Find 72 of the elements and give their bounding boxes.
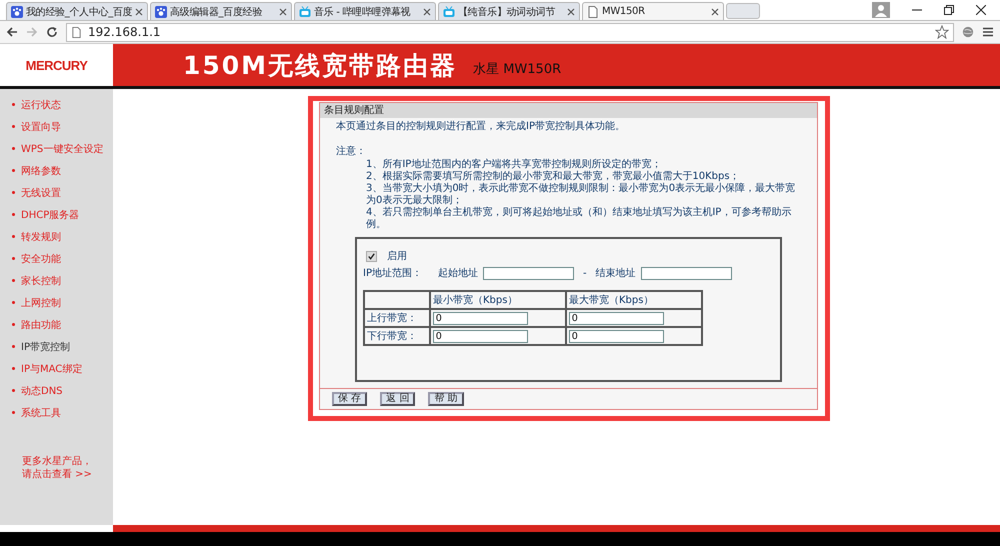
menu-item[interactable]: 设置向导: [0, 121, 113, 143]
notes-label: 注意：: [336, 146, 367, 158]
column-header: 最大带宽（Kbps）: [566, 291, 702, 309]
menu-item[interactable]: 上网控制: [0, 297, 113, 319]
panel-title: 条目规则配置: [320, 103, 817, 118]
min-bandwidth-field[interactable]: 0: [433, 312, 528, 324]
tv-icon: [443, 6, 455, 18]
page-icon: [587, 6, 599, 18]
menu-item[interactable]: 系统工具: [0, 407, 113, 429]
menu-item[interactable]: 运行状态: [0, 99, 113, 121]
globe-icon[interactable]: [962, 26, 974, 38]
intro-text: 本页通过条目的控制规则进行配置，来完成IP带宽控制具体功能。: [336, 121, 626, 133]
start-label: 起始地址: [438, 266, 478, 280]
tab-title: 音乐 - 哔哩哔哩弹幕视: [314, 6, 412, 18]
start-address-field[interactable]: [483, 266, 574, 280]
menu-item[interactable]: 网络参数: [0, 165, 113, 187]
browser-tab[interactable]: 我的经验_个人中心_百度: [6, 2, 148, 20]
menu-item[interactable]: 无线设置: [0, 187, 113, 209]
action-button[interactable]: 保 存: [332, 392, 368, 406]
end-label: 结束地址: [596, 266, 636, 280]
note-text: 4、若只需控制单台主机带宽，则可将起始地址或（和）结束地址填写为该主机IP，可参考帮助示例。: [365, 207, 792, 231]
note-text: 2、根据实际需要填写所需控制的最小带宽和最大带宽，带宽最小值需大于10Kbps；: [365, 171, 741, 182]
menu-item[interactable]: 转发规则: [0, 231, 113, 253]
restore-icon[interactable]: [944, 5, 954, 15]
tab-title: 我的经验_个人中心_百度: [26, 6, 132, 18]
tab-title: 【纯音乐】动词动词节: [458, 6, 556, 18]
menu-item[interactable]: WPS一键安全设定: [0, 143, 113, 165]
column-header: 最小带宽（Kbps）: [430, 291, 566, 309]
menu-item[interactable]: IP与MAC绑定: [0, 363, 113, 385]
page-icon: [71, 26, 82, 38]
more-products-link[interactable]: 更多水星产品，: [22, 455, 113, 468]
browser-tab[interactable]: MW150R: [582, 2, 724, 20]
max-bandwidth-field[interactable]: 0: [569, 312, 664, 324]
menu-item[interactable]: IP带宽控制: [0, 341, 113, 363]
menu-item[interactable]: 安全功能: [0, 253, 113, 275]
dash-text: -: [583, 268, 587, 278]
menu-item[interactable]: 家长控制: [0, 275, 113, 297]
row-label: 下行带宽：: [364, 327, 430, 345]
address-field[interactable]: 192.168.1.1: [66, 22, 954, 42]
paw-icon: [155, 6, 167, 18]
browser-tab[interactable]: 【纯音乐】动词动词节: [438, 2, 580, 20]
close-icon[interactable]: [976, 5, 986, 15]
tv-icon: [299, 6, 311, 18]
action-button[interactable]: 帮 助: [428, 392, 464, 406]
note-text: 1、所有IP地址范围内的客户端将共享宽带控制规则所设定的带宽；: [365, 159, 662, 170]
back-icon[interactable]: [6, 26, 18, 38]
tab-title: 高级编辑器_百度经验: [170, 6, 264, 18]
tab-title: MW150R: [602, 6, 646, 17]
star-icon[interactable]: [935, 25, 949, 39]
row-label: 上行带宽：: [364, 309, 430, 327]
page-title: 150M无线宽带路由器: [183, 50, 458, 82]
browser-tab[interactable]: 音乐 - 哔哩哔哩弹幕视: [294, 2, 436, 20]
browser-tab[interactable]: 高级编辑器_百度经验: [150, 2, 292, 20]
menu-item[interactable]: DHCP服务器: [0, 209, 113, 231]
menu-item[interactable]: 动态DNS: [0, 385, 113, 407]
enable-label: 启用: [387, 250, 407, 263]
user-icon[interactable]: [872, 2, 890, 18]
paw-icon: [11, 6, 23, 18]
end-address-field[interactable]: [640, 266, 732, 280]
model-name: 水星 MW150R: [473, 61, 562, 78]
enable-checkbox[interactable]: [366, 250, 377, 262]
menu-icon[interactable]: [982, 26, 994, 38]
reload-icon[interactable]: [46, 26, 58, 38]
more-products-link[interactable]: 请点击查看 >>: [22, 468, 113, 481]
close-icon[interactable]: [711, 8, 719, 16]
action-button[interactable]: 返 回: [380, 392, 416, 406]
note-text: 3、当带宽大小填为0时，表示此带宽不做控制规则限制：最小带宽为0表示无最小保障，最大带宽为0表示无最大限制；: [365, 183, 796, 206]
max-bandwidth-field[interactable]: 0: [569, 330, 664, 342]
brand-logo: MERCURY: [26, 58, 88, 72]
range-label: IP地址范围：: [363, 266, 423, 280]
min-bandwidth-field[interactable]: 0: [433, 330, 528, 342]
menu-item[interactable]: 路由功能: [0, 319, 113, 341]
